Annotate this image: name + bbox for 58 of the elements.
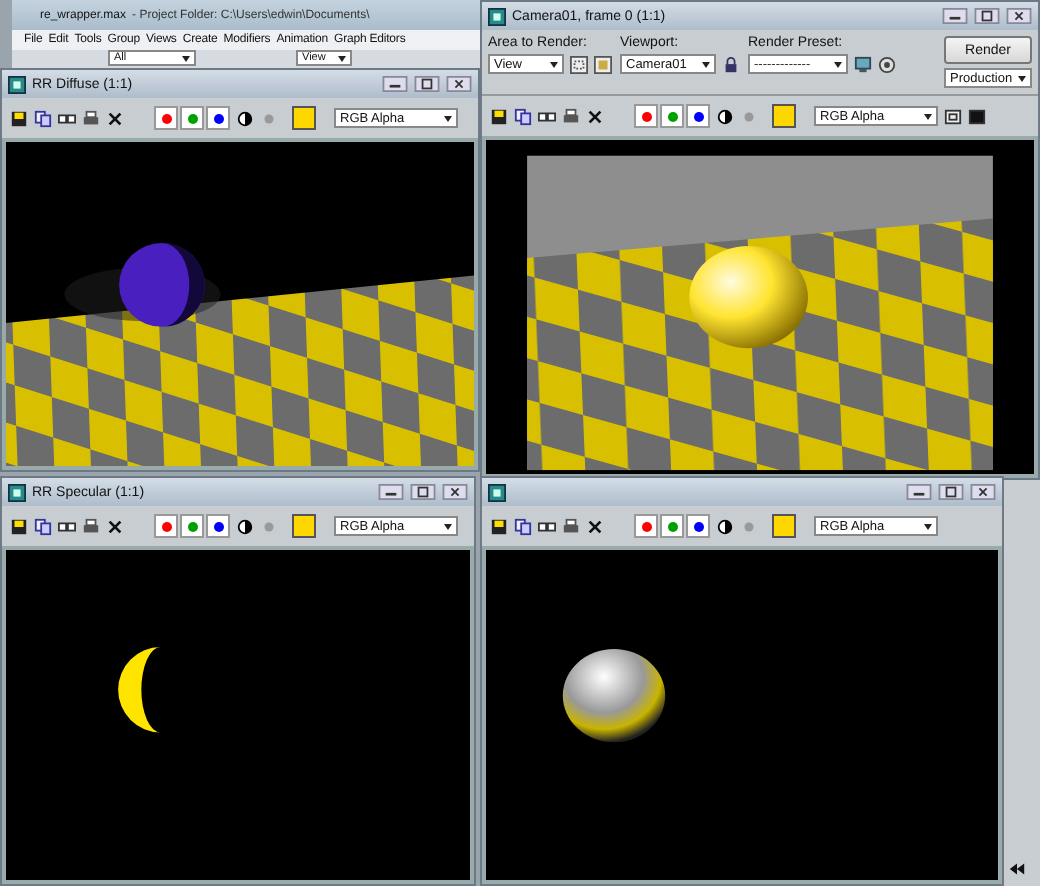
minimize-icon[interactable]: [942, 8, 968, 24]
specular-highlight-drawing: [118, 647, 161, 733]
app-icon: [488, 7, 506, 25]
save-icon[interactable]: [490, 517, 508, 535]
environment-icon[interactable]: [878, 55, 896, 73]
minimize-icon[interactable]: [906, 484, 932, 500]
app-icon: [8, 483, 26, 501]
clone-icon[interactable]: [538, 517, 556, 535]
minimize-icon[interactable]: [378, 484, 404, 500]
close-icon[interactable]: [446, 76, 472, 92]
close-icon[interactable]: [1006, 8, 1032, 24]
maximize-icon[interactable]: [938, 484, 964, 500]
close-icon[interactable]: [442, 484, 468, 500]
maximize-icon[interactable]: [414, 76, 440, 92]
clear-icon[interactable]: [586, 107, 604, 125]
clear-icon[interactable]: [586, 517, 604, 535]
save-icon[interactable]: [490, 107, 508, 125]
monochrome-icon[interactable]: [236, 109, 254, 127]
clear-color-icon[interactable]: [740, 107, 758, 125]
display-icon[interactable]: [968, 107, 986, 125]
chrome-sphere-drawing: [562, 649, 666, 743]
maximize-icon[interactable]: [410, 484, 436, 500]
clear-icon[interactable]: [106, 517, 124, 535]
clone-icon[interactable]: [58, 517, 76, 535]
app-icon: [8, 75, 26, 93]
clear-color-icon[interactable]: [260, 109, 278, 127]
render-setup-icon[interactable]: [854, 55, 872, 73]
skip-to-start-icon[interactable]: [1008, 860, 1026, 878]
print-icon[interactable]: [562, 517, 580, 535]
crop-icon[interactable]: [594, 55, 612, 73]
color-swatch[interactable]: [292, 106, 316, 130]
color-swatch[interactable]: [292, 514, 316, 538]
close-icon[interactable]: [970, 484, 996, 500]
copy-icon[interactable]: [34, 109, 52, 127]
copy-icon[interactable]: [514, 517, 532, 535]
color-swatch[interactable]: [772, 104, 796, 128]
clear-color-icon[interactable]: [260, 517, 278, 535]
color-swatch[interactable]: [772, 514, 796, 538]
print-icon[interactable]: [82, 517, 100, 535]
monochrome-icon[interactable]: [716, 107, 734, 125]
monochrome-icon[interactable]: [716, 517, 734, 535]
region-icon[interactable]: [570, 55, 588, 73]
print-icon[interactable]: [82, 109, 100, 127]
copy-icon[interactable]: [34, 517, 52, 535]
clone-icon[interactable]: [58, 109, 76, 127]
print-icon[interactable]: [562, 107, 580, 125]
frame-icon[interactable]: [944, 107, 962, 125]
clear-color-icon[interactable]: [740, 517, 758, 535]
lock-icon[interactable]: [722, 55, 740, 73]
copy-icon[interactable]: [514, 107, 532, 125]
clone-icon[interactable]: [538, 107, 556, 125]
maximize-icon[interactable]: [974, 8, 1000, 24]
minimize-icon[interactable]: [382, 76, 408, 92]
save-icon[interactable]: [10, 109, 28, 127]
clear-icon[interactable]: [106, 109, 124, 127]
app-icon: [488, 483, 506, 501]
monochrome-icon[interactable]: [236, 517, 254, 535]
save-icon[interactable]: [10, 517, 28, 535]
